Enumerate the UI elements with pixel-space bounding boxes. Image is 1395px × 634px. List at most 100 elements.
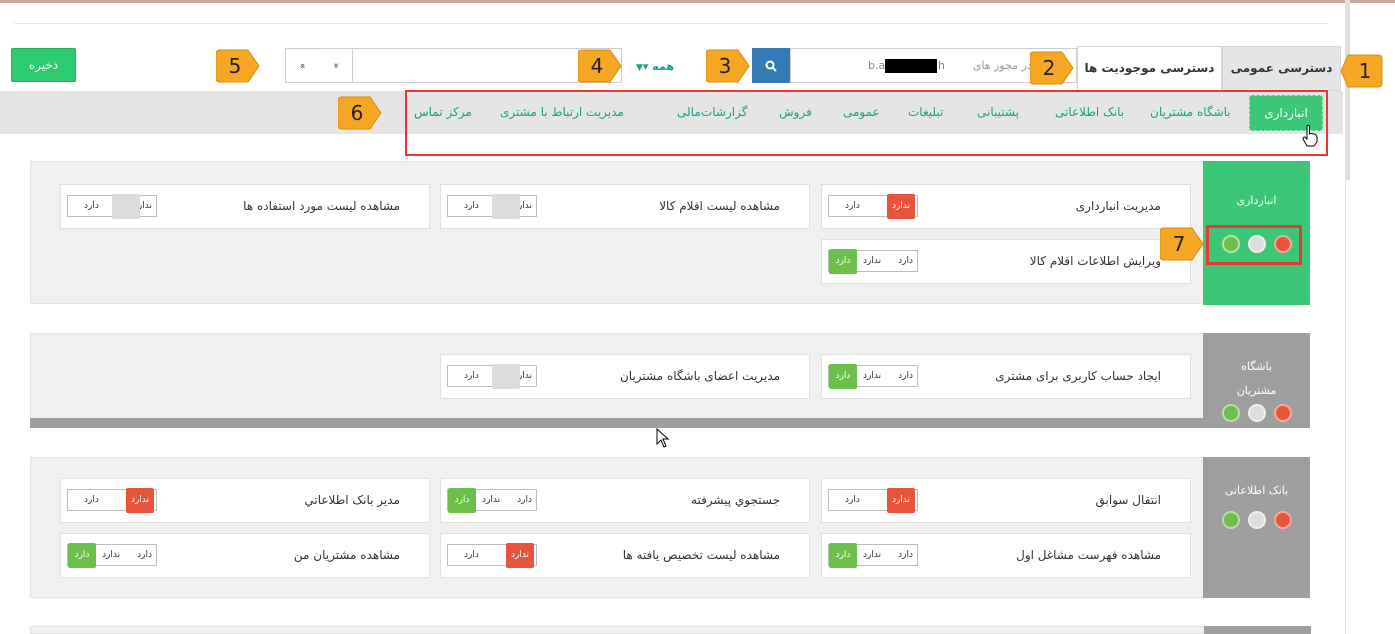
permission-toggle[interactable]: داردنداردندارد <box>447 543 537 568</box>
permission-toggle[interactable]: داردنداردندارد <box>67 488 157 513</box>
permission-toggle[interactable]: داردنداردندارد <box>828 488 918 513</box>
scrollbar-thumb[interactable] <box>1346 0 1350 180</box>
toggle-knob[interactable] <box>112 194 140 219</box>
panel-header: باشگاه مشتریان <box>1203 333 1310 428</box>
toggle-knob[interactable]: ندارد <box>887 194 915 219</box>
tab-entity-access[interactable]: دسترسی موجودیت ها <box>1077 46 1222 91</box>
permission-panel-database: بانک اطلاعاتی انتقال سوابق دارد ندارد ندار… <box>30 457 1310 598</box>
bulk-toggle-group <box>1203 404 1310 422</box>
toggle-on-label: دارد <box>898 256 913 266</box>
permission-label: ایجاد حساب کاربری برای مشتری <box>995 369 1161 383</box>
toggle-knob[interactable]: ندارد <box>506 543 534 568</box>
toggle-off-label: ندارد <box>102 550 121 560</box>
permission-card: مشاهده لیست مورد استفاده ها دارد ندارد <box>60 184 430 229</box>
toggle-knob[interactable]: ندارد <box>887 488 915 513</box>
toggle-off-label: ندارد <box>482 495 501 505</box>
filter-icon: ▾ <box>642 60 649 73</box>
search-text-suffix: h <box>938 59 945 72</box>
permission-toggle[interactable]: دارد ندارد <box>447 194 537 219</box>
permission-toggle[interactable]: دارد دارد ندارد <box>828 249 918 274</box>
toggle-on-label: دارد <box>845 495 860 505</box>
callout-number: 6 <box>350 101 364 125</box>
toggle-knob[interactable] <box>492 364 520 389</box>
permission-label: مشاهده لیست اقلام کالا <box>659 199 780 213</box>
permission-label: مشاهده فهرست مشاغل اول <box>1016 548 1161 562</box>
toggle-knob[interactable]: دارد <box>68 543 96 568</box>
callout-marker: 1 <box>1340 53 1384 89</box>
permission-card: مدیریت اعضای باشگاه مشتریان دارد ندارد <box>440 354 810 399</box>
permission-card: مدیر بانک اطلاعاتي داردنداردندارد <box>60 478 430 523</box>
redaction-box <box>885 59 937 73</box>
filter-label: همه <box>652 60 674 73</box>
search-text-prefix: b.a <box>868 59 886 72</box>
panel-title: باشگاه مشتریان <box>1236 360 1277 397</box>
panel-title: انبارداری <box>1236 194 1277 207</box>
permission-card: انتقال سوابق داردنداردندارد <box>821 478 1191 523</box>
toggle-knob[interactable]: ندارد <box>126 488 154 513</box>
permission-label: مدیریت انبارداری <box>1075 199 1161 213</box>
permission-toggle[interactable]: دارد دارد ندارد <box>67 543 157 568</box>
allow-all-dot[interactable] <box>1221 404 1240 422</box>
permission-label: مشاهده لیست مورد استفاده ها <box>243 199 400 213</box>
permission-toggle[interactable]: دارد ندارد <box>67 194 157 219</box>
permission-label: مدیر بانک اطلاعاتي <box>304 493 400 507</box>
permission-panel-warehouse: انبارداری مدیریت انبارداری داردندارد ندار… <box>30 161 1310 305</box>
chevron-up-icon[interactable]: » <box>286 48 320 83</box>
permission-toggle[interactable]: دارد دارد ندارد <box>828 543 918 568</box>
callout-marker: 6 <box>337 95 382 131</box>
permission-toggle[interactable]: دارد ندارد <box>447 364 537 389</box>
permission-toggle[interactable]: دارد دارد ندارد <box>447 488 537 513</box>
permission-label: مشاهده لیست تخصیص یافته ها <box>622 548 780 562</box>
toggle-off-label: ندارد <box>863 371 882 381</box>
allow-all-dot[interactable] <box>1221 511 1240 529</box>
arrow-cursor-icon <box>656 428 670 448</box>
toggle-knob[interactable]: دارد <box>448 488 476 513</box>
permission-label: مشاهده مشتریان من <box>293 548 400 562</box>
permission-card: ایجاد حساب کاربری برای مشتری دارد دارد ندا… <box>821 354 1191 399</box>
save-button[interactable]: ذخیره <box>11 48 76 82</box>
permission-panel-next <box>30 626 1310 634</box>
toggle-knob[interactable] <box>492 194 520 219</box>
toggle-on-label: دارد <box>898 550 913 560</box>
panel-title: بانک اطلاعاتی <box>1224 484 1289 497</box>
horizontal-scrollbar[interactable] <box>30 418 1204 428</box>
permission-toggle[interactable]: دارد دارد ندارد <box>828 364 918 389</box>
panel-header <box>1204 626 1311 634</box>
callout-number: 2 <box>1042 56 1056 80</box>
highlight-box-bulk-toggles <box>1206 225 1302 265</box>
neutral-all-dot[interactable] <box>1247 511 1266 529</box>
filter-dropdown[interactable]: ▼▾ همه <box>636 60 674 73</box>
tab-general-access[interactable]: دسترسی عمومی <box>1222 46 1341 91</box>
callout-marker: 4 <box>577 48 622 84</box>
permission-card: مشاهده لیست اقلام کالا دارد ندارد <box>440 184 810 229</box>
toggle-on-label: دارد <box>464 371 479 381</box>
callout-number: 5 <box>228 54 242 78</box>
neutral-all-dot[interactable] <box>1247 404 1266 422</box>
divider <box>14 23 1329 24</box>
caret-down-icon: ▼ <box>636 63 643 73</box>
panel-header: بانک اطلاعاتی <box>1203 457 1310 598</box>
callout-marker: 7 <box>1159 226 1204 262</box>
callout-marker: 2 <box>1029 50 1074 86</box>
toggle-knob[interactable]: دارد <box>829 364 857 389</box>
permission-card: ویرایش اطلاعات اقلام کالا دارد دارد ندارد <box>821 239 1191 284</box>
deny-all-dot[interactable] <box>1273 511 1292 529</box>
top-banner <box>0 0 1395 3</box>
permission-card: مدیریت انبارداری داردنداردندارد <box>821 184 1191 229</box>
toggle-knob[interactable]: دارد <box>829 543 857 568</box>
toggle-on-label: دارد <box>464 550 479 560</box>
toggle-off-label: ندارد <box>863 550 882 560</box>
toggle-on-label: دارد <box>84 495 99 505</box>
callout-marker: 5 <box>215 48 260 84</box>
search-button[interactable] <box>752 48 790 83</box>
toggle-knob[interactable]: دارد <box>829 249 857 274</box>
callout-number: 7 <box>1172 232 1186 256</box>
permission-card: جستجوي پيشرفته دارد دارد ندارد <box>440 478 810 523</box>
chevron-down-icon[interactable]: « <box>319 49 352 82</box>
bulk-toggle-group <box>1203 511 1310 529</box>
toggle-on-label: دارد <box>137 550 152 560</box>
highlight-box-categories <box>405 90 1328 156</box>
toggle-on-label: دارد <box>845 201 860 211</box>
deny-all-dot[interactable] <box>1273 404 1292 422</box>
permission-toggle[interactable]: داردنداردندارد <box>828 194 918 219</box>
